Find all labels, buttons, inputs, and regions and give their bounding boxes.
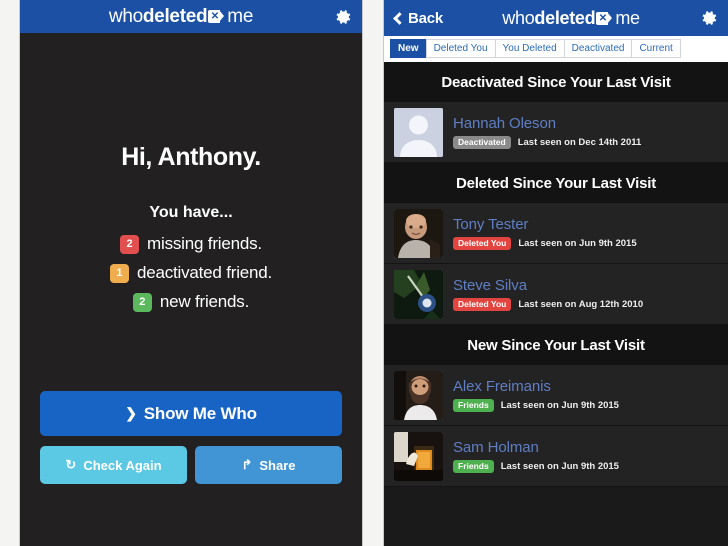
right-phone-panel: Back who deleted ✕ me New Deleted You You… [384, 0, 728, 546]
list-item[interactable]: Sam Holman Friends Last seen on Jun 9th … [384, 426, 728, 487]
person-name[interactable]: Alex Freimanis [453, 378, 619, 395]
tab-new[interactable]: New [390, 39, 426, 58]
missing-count-badge: 2 [120, 234, 140, 254]
person-name[interactable]: Sam Holman [453, 439, 619, 456]
status-badge: Deleted You [453, 236, 512, 251]
check-again-button[interactable]: ↻ Check Again [40, 446, 187, 484]
x-glyph: ✕ [598, 12, 607, 24]
person-info: Tony Tester Deleted You Last seen on Jun… [453, 216, 637, 251]
gear-icon[interactable] [699, 8, 719, 28]
section-header-deactivated: Deactivated Since Your Last Visit [384, 62, 728, 102]
status-badge: Deactivated [453, 135, 511, 150]
stat-row-new: 2 new friends. [132, 292, 250, 312]
section-header-deleted: Deleted Since Your Last Visit [384, 163, 728, 203]
left-app-title: who deleted ✕ me [29, 6, 333, 28]
chevron-right-icon: ❯ [125, 405, 137, 421]
person-info: Hannah Oleson Deactivated Last seen on D… [453, 115, 642, 150]
right-navbar: Back who deleted ✕ me [384, 0, 728, 36]
avatar [394, 107, 443, 157]
last-seen-text: Last seen on Aug 12th 2010 [518, 299, 644, 310]
avatar [394, 208, 443, 258]
person-name[interactable]: Tony Tester [453, 216, 637, 233]
refresh-icon: ↻ [65, 457, 77, 472]
share-icon: ↱ [241, 457, 253, 472]
section-header-new: New Since Your Last Visit [384, 325, 728, 365]
share-button[interactable]: ↱ Share [195, 446, 342, 484]
check-again-label: Check Again [83, 457, 162, 473]
x-glyph: ✕ [210, 11, 219, 22]
secondary-button-row: ↻ Check Again ↱ Share [40, 446, 342, 484]
person-name[interactable]: Steve Silva [453, 277, 643, 294]
last-seen-text: Last seen on Dec 14th 2011 [517, 137, 642, 148]
new-label: new friends. [159, 292, 250, 311]
tab-current[interactable]: Current [631, 39, 681, 58]
person-info: Alex Freimanis Friends Last seen on Jun … [453, 378, 619, 413]
person-meta: Deactivated Last seen on Dec 14th 2011 [453, 135, 642, 150]
stat-row-deactivated: 1 deactivated friend. [109, 263, 273, 283]
filter-tabbar: New Deleted You You Deleted Deactivated … [384, 36, 728, 62]
list-item[interactable]: Tony Tester Deleted You Last seen on Jun… [384, 203, 728, 264]
avatar [394, 370, 443, 420]
title-suffix: me [615, 7, 640, 28]
right-app-title: who deleted ✕ me [443, 8, 699, 29]
status-badge: Friends [453, 459, 494, 474]
person-meta: Deleted You Last seen on Jun 9th 2015 [453, 236, 637, 251]
title-bold: deleted [534, 7, 596, 28]
title-suffix: me [227, 5, 254, 27]
tab-deleted-you[interactable]: Deleted You [425, 39, 495, 58]
left-phone-panel: who deleted ✕ me Hi, Anthony. You have...… [20, 0, 362, 546]
subhead-text: You have... [149, 204, 233, 221]
left-panel-body: Hi, Anthony. You have... 2 missing frien… [20, 33, 362, 546]
app-screenshot: who deleted ✕ me Hi, Anthony. You have...… [0, 0, 728, 546]
tab-you-deleted[interactable]: You Deleted [494, 39, 564, 58]
tab-deactivated[interactable]: Deactivated [563, 39, 632, 58]
last-seen-text: Last seen on Jun 9th 2015 [518, 238, 637, 249]
deactivated-count-badge: 1 [109, 263, 129, 283]
title-prefix: who [502, 7, 535, 28]
title-bold: deleted [142, 5, 208, 27]
person-meta: Deleted You Last seen on Aug 12th 2010 [453, 297, 644, 312]
friends-list[interactable]: Deactivated Since Your Last Visit Hannah… [384, 62, 728, 546]
share-label: Share [259, 457, 296, 473]
title-prefix: who [108, 5, 143, 27]
new-count-badge: 2 [132, 292, 152, 312]
gear-icon[interactable] [333, 7, 353, 27]
avatar [394, 269, 443, 319]
list-item[interactable]: Hannah Oleson Deactivated Last seen on D… [384, 102, 728, 163]
show-me-who-label: Show Me Who [143, 403, 257, 423]
back-button[interactable]: Back [393, 10, 443, 27]
back-label: Back [408, 9, 444, 27]
person-meta: Friends Last seen on Jun 9th 2015 [453, 459, 619, 474]
person-name[interactable]: Hannah Oleson [453, 115, 641, 132]
person-meta: Friends Last seen on Jun 9th 2015 [453, 398, 619, 413]
chevron-left-icon [393, 11, 406, 25]
status-badge: Friends [453, 398, 494, 413]
deleted-tag-icon: ✕ [208, 10, 225, 23]
left-navbar: who deleted ✕ me [20, 0, 362, 33]
list-item[interactable]: Alex Freimanis Friends Last seen on Jun … [384, 365, 728, 426]
last-seen-text: Last seen on Jun 9th 2015 [500, 461, 619, 472]
avatar [394, 431, 443, 481]
missing-label: missing friends. [147, 234, 262, 253]
last-seen-text: Last seen on Jun 9th 2015 [500, 400, 619, 411]
person-info: Steve Silva Deleted You Last seen on Aug… [453, 277, 644, 312]
list-item[interactable]: Steve Silva Deleted You Last seen on Aug… [384, 264, 728, 325]
action-buttons: ❯ Show Me Who ↻ Check Again ↱ Share [40, 391, 342, 484]
show-me-who-button[interactable]: ❯ Show Me Who [40, 391, 342, 436]
person-info: Sam Holman Friends Last seen on Jun 9th … [453, 439, 619, 474]
stats-list: 2 missing friends. 1 deactivated friend.… [40, 234, 342, 312]
deactivated-label: deactivated friend. [136, 263, 273, 282]
stat-row-missing: 2 missing friends. [120, 234, 262, 254]
status-badge: Deleted You [453, 297, 512, 312]
greeting-text: Hi, Anthony. [121, 143, 261, 171]
deleted-tag-icon: ✕ [596, 11, 613, 25]
